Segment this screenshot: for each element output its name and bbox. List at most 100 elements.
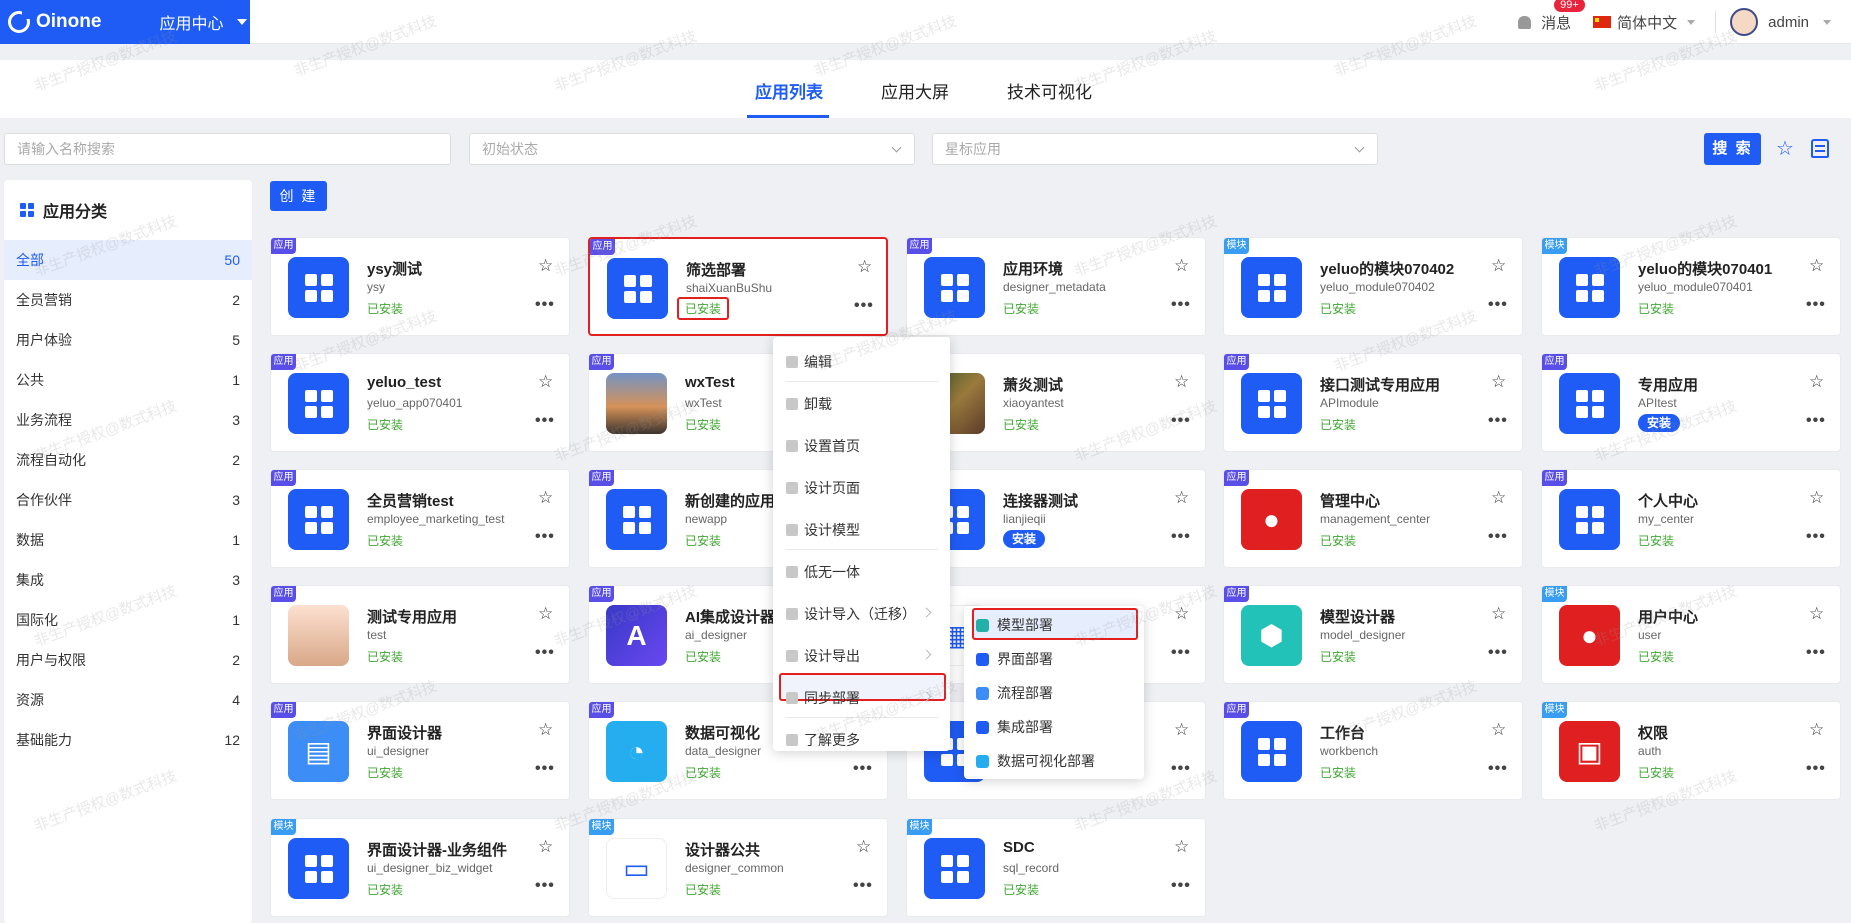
more-icon[interactable]: ••• <box>1171 878 1191 894</box>
context-menu-item[interactable]: 设置首页 <box>773 425 950 467</box>
app-card[interactable]: 应用 应用环境 designer_metadata 已安装 ☆ ••• <box>906 237 1206 336</box>
more-icon[interactable]: ••• <box>1171 413 1191 429</box>
more-icon[interactable]: ••• <box>1488 297 1508 313</box>
context-menu-item[interactable]: 同步部署 <box>773 677 950 719</box>
more-icon[interactable]: ••• <box>1488 761 1508 777</box>
sidebar-item[interactable]: 合作伙伴 3 <box>4 480 252 520</box>
app-card[interactable]: 模块 yeluo的模块070401 yeluo_module070401 已安装 ☆ ••… <box>1541 237 1841 336</box>
star-icon[interactable]: ☆ <box>1809 721 1824 738</box>
sidebar-item[interactable]: 资源 4 <box>4 680 252 720</box>
context-menu-item[interactable]: 编辑 <box>773 341 950 383</box>
tab-app-dashboard[interactable]: 应用大屏 <box>881 78 949 103</box>
more-icon[interactable]: ••• <box>854 298 874 314</box>
sidebar-item[interactable]: 业务流程 3 <box>4 400 252 440</box>
sidebar-item[interactable]: 用户体验 5 <box>4 320 252 360</box>
app-card[interactable]: 模块 界面设计器-业务组件 ui_designer_biz_widget 已安装 ☆ ••… <box>270 818 570 917</box>
app-card[interactable]: 应用 筛选部署 shaiXuanBuShu 已安装 ☆ ••• <box>588 237 888 336</box>
messages-button[interactable]: 消息 99+ <box>1518 0 1586 33</box>
more-icon[interactable]: ••• <box>853 761 873 777</box>
app-card[interactable]: 应用 测试专用应用 test 已安装 ☆ ••• <box>270 585 570 684</box>
tab-tech-visualization[interactable]: 技术可视化 <box>1007 78 1092 103</box>
app-card[interactable]: 应用 ⬢ 模型设计器 model_designer 已安装 ☆ ••• <box>1223 585 1523 684</box>
sidebar-item[interactable]: 公共 1 <box>4 360 252 400</box>
star-icon[interactable]: ☆ <box>1491 721 1506 738</box>
app-card[interactable]: 模块 ▭ 设计器公共 designer_common 已安装 ☆ ••• <box>588 818 888 917</box>
create-button[interactable]: 创 建 <box>270 181 327 211</box>
app-card[interactable]: 应用 yeluo_test yeluo_app070401 已安装 ☆ ••• <box>270 353 570 452</box>
context-menu-item[interactable]: 卸载 <box>773 383 950 425</box>
star-icon[interactable]: ☆ <box>1809 489 1824 506</box>
language-selector[interactable]: 简体中文 <box>1593 12 1696 33</box>
context-menu-item[interactable]: 设计页面 <box>773 467 950 509</box>
app-card[interactable]: 应用萧炎测试xiaoyantest已安装☆••• <box>906 353 1206 452</box>
install-status[interactable]: 安装 <box>1003 530 1046 548</box>
app-card[interactable]: 应用 ysy测试 ysy 已安装 ☆ ••• <box>270 237 570 336</box>
star-icon[interactable]: ☆ <box>1174 605 1189 622</box>
star-icon[interactable]: ☆ <box>857 258 872 275</box>
app-card[interactable]: 应用 工作台 workbench 已安装 ☆ ••• <box>1223 701 1523 800</box>
submenu-item[interactable]: 流程部署 <box>964 676 1144 710</box>
more-icon[interactable]: ••• <box>1806 645 1826 661</box>
context-menu-item[interactable]: 设计模型 <box>773 509 950 551</box>
app-card[interactable]: 应用 接口测试专用应用 APImodule 已安装 ☆ ••• <box>1223 353 1523 452</box>
more-icon[interactable]: ••• <box>1806 297 1826 313</box>
more-icon[interactable]: ••• <box>1488 413 1508 429</box>
more-icon[interactable]: ••• <box>535 529 555 545</box>
more-icon[interactable]: ••• <box>1806 413 1826 429</box>
more-icon[interactable]: ••• <box>1171 645 1191 661</box>
star-icon[interactable]: ☆ <box>1491 489 1506 506</box>
app-card[interactable]: 应用 专用应用 APItest 安装 ☆ ••• <box>1541 353 1841 452</box>
logo[interactable]: Oinone <box>8 11 101 33</box>
star-icon[interactable]: ☆ <box>1809 373 1824 390</box>
more-icon[interactable]: ••• <box>1171 761 1191 777</box>
sidebar-item[interactable]: 基础能力 12 <box>4 720 252 760</box>
sidebar-item[interactable]: 全员营销 2 <box>4 280 252 320</box>
sidebar-item[interactable]: 集成 3 <box>4 560 252 600</box>
user-menu[interactable]: admin <box>1730 8 1831 36</box>
context-menu-item[interactable]: 低无一体 <box>773 551 950 593</box>
more-icon[interactable]: ••• <box>1171 529 1191 545</box>
status-select[interactable]: 初始状态 <box>469 133 915 165</box>
store-icon[interactable] <box>1811 139 1829 158</box>
star-icon[interactable]: ☆ <box>538 721 553 738</box>
star-icon[interactable]: ☆ <box>1174 373 1189 390</box>
app-card[interactable]: 应用连接器测试lianjieqii安装☆••• <box>906 469 1206 568</box>
star-icon[interactable]: ☆ <box>538 257 553 274</box>
submenu-item[interactable]: 界面部署 <box>964 642 1144 676</box>
star-select[interactable]: 星标应用 <box>932 133 1378 165</box>
context-menu-item[interactable]: 设计导出 <box>773 635 950 677</box>
star-icon[interactable]: ☆ <box>538 605 553 622</box>
more-icon[interactable]: ••• <box>535 878 555 894</box>
sidebar-item[interactable]: 流程自动化 2 <box>4 440 252 480</box>
tab-app-list[interactable]: 应用列表 <box>755 78 823 103</box>
app-card[interactable]: 应用 个人中心 my_center 已安装 ☆ ••• <box>1541 469 1841 568</box>
app-card[interactable]: 模块 ● 用户中心 user 已安装 ☆ ••• <box>1541 585 1841 684</box>
more-icon[interactable]: ••• <box>1806 761 1826 777</box>
sidebar-item[interactable]: 用户与权限 2 <box>4 640 252 680</box>
app-card[interactable]: 应用 全员营销test employee_marketing_test 已安装 ☆ ••• <box>270 469 570 568</box>
app-card[interactable]: 应用 ▤ 界面设计器 ui_designer 已安装 ☆ ••• <box>270 701 570 800</box>
search-input[interactable]: 请输入名称搜索 <box>4 133 451 165</box>
submenu-item[interactable]: 集成部署 <box>964 710 1144 744</box>
more-icon[interactable]: ••• <box>1806 529 1826 545</box>
star-icon[interactable]: ☆ <box>1491 257 1506 274</box>
star-icon[interactable]: ☆ <box>1174 257 1189 274</box>
star-icon[interactable]: ☆ <box>1491 373 1506 390</box>
context-menu-item[interactable]: 设计导入（迁移） <box>773 593 950 635</box>
star-icon[interactable]: ☆ <box>1174 721 1189 738</box>
more-icon[interactable]: ••• <box>535 761 555 777</box>
star-icon[interactable]: ☆ <box>1174 838 1189 855</box>
app-card[interactable]: 模块 SDC sql_record 已安装 ☆ ••• <box>906 818 1206 917</box>
star-icon[interactable]: ☆ <box>856 838 871 855</box>
star-icon[interactable]: ☆ <box>538 489 553 506</box>
more-icon[interactable]: ••• <box>1171 297 1191 313</box>
install-status[interactable]: 安装 <box>1638 414 1681 432</box>
more-icon[interactable]: ••• <box>535 645 555 661</box>
more-icon[interactable]: ••• <box>1488 529 1508 545</box>
sidebar-item[interactable]: 数据 1 <box>4 520 252 560</box>
more-icon[interactable]: ••• <box>853 878 873 894</box>
star-icon[interactable]: ☆ <box>1809 605 1824 622</box>
sidebar-item[interactable]: 国际化 1 <box>4 600 252 640</box>
more-icon[interactable]: ••• <box>535 413 555 429</box>
star-filter-icon[interactable]: ☆ <box>1776 139 1794 159</box>
